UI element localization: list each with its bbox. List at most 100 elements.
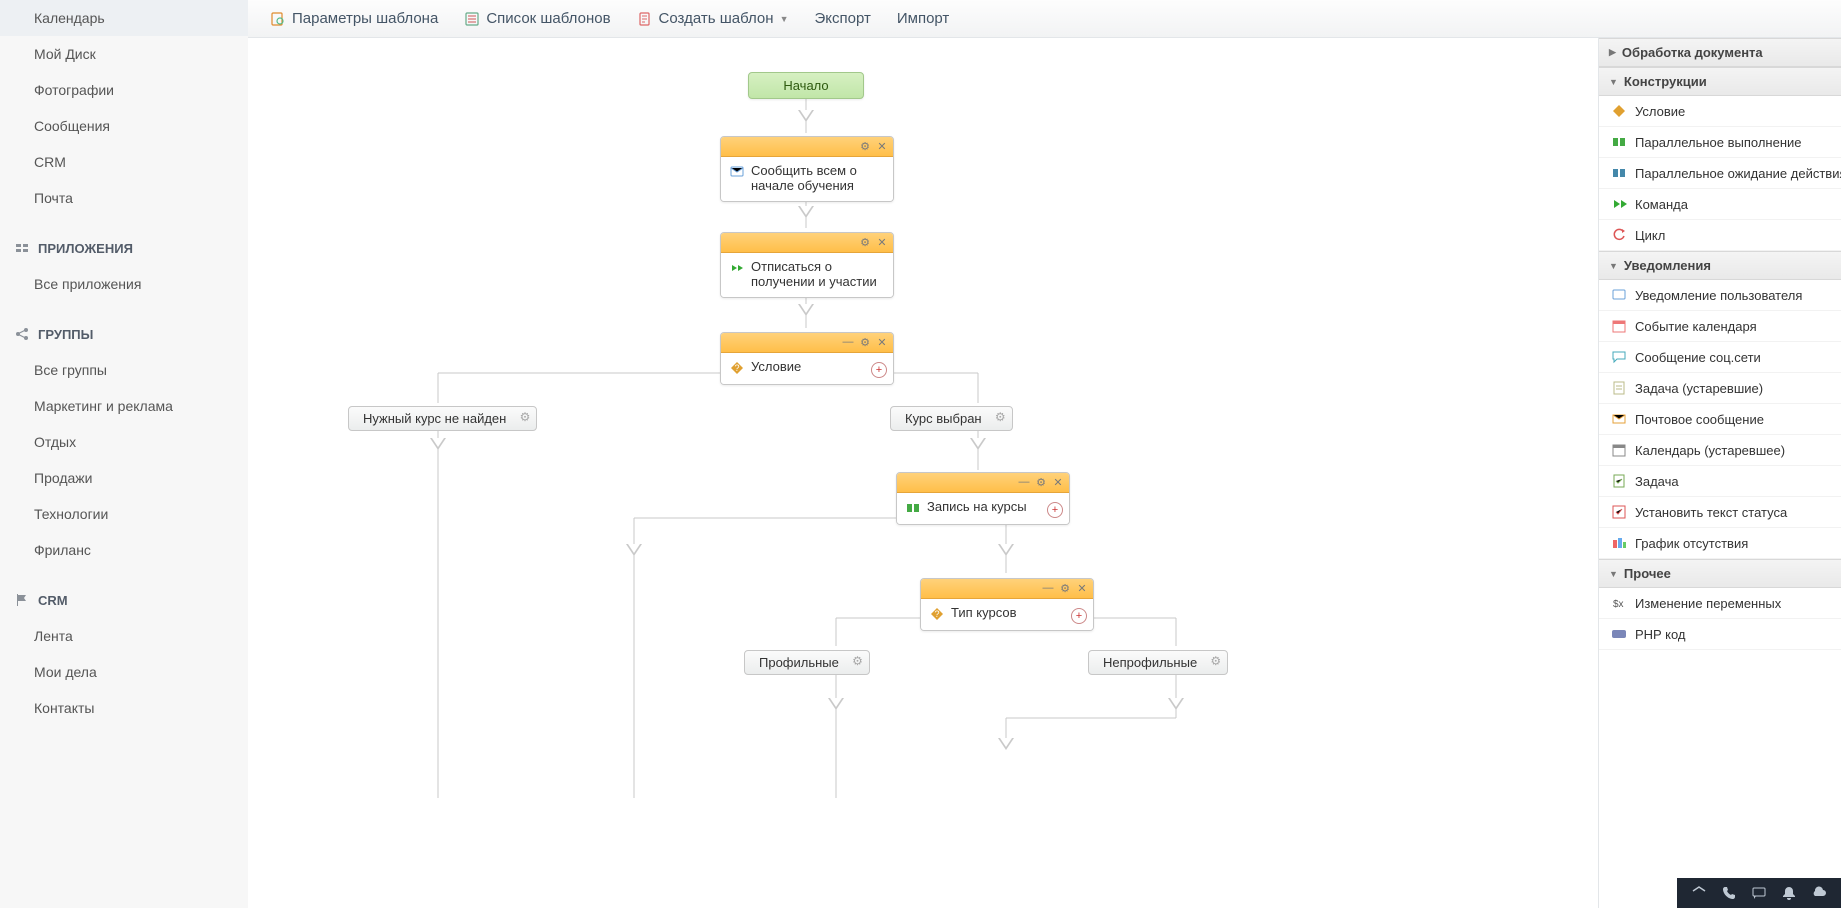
branch-course-not-found[interactable]: Нужный курс не найден ⚙ xyxy=(348,406,537,431)
palette-section-notifications[interactable]: ▼ Уведомления xyxy=(1599,251,1841,280)
palette-item-calendar-deprecated[interactable]: Календарь (устаревшее) xyxy=(1599,435,1841,466)
main: Параметры шаблона Список шаблонов Создат… xyxy=(248,0,1841,908)
add-branch-button[interactable]: + xyxy=(871,362,887,378)
sidebar-item-calendar[interactable]: Календарь xyxy=(0,0,248,36)
sidebar-item-contacts[interactable]: Контакты xyxy=(0,690,248,726)
cloud-icon[interactable] xyxy=(1811,885,1827,901)
branch-course-selected[interactable]: Курс выбран ⚙ xyxy=(890,406,1013,431)
palette-item-calendar-event[interactable]: Событие календаря xyxy=(1599,311,1841,342)
palette-section-constructs[interactable]: ▼ Конструкции xyxy=(1599,67,1841,96)
bell-icon[interactable] xyxy=(1781,885,1797,901)
toolbar-export-button[interactable]: Экспорт xyxy=(814,10,870,27)
sidebar-item-marketing[interactable]: Маркетинг и реклама xyxy=(0,388,248,424)
item-label: График отсутствия xyxy=(1635,536,1748,551)
gear-icon[interactable]: ⚙ xyxy=(858,235,872,249)
absence-icon xyxy=(1611,535,1627,551)
settings-doc-icon xyxy=(270,11,286,27)
sidebar-item-mydisk[interactable]: Мой Диск xyxy=(0,36,248,72)
gear-icon[interactable]: ⚙ xyxy=(1034,475,1048,489)
node-notify-all[interactable]: ⚙ ✕ Сообщить всем о начале обучения xyxy=(720,136,894,202)
close-icon[interactable]: ✕ xyxy=(1051,475,1065,489)
minimize-icon[interactable]: — xyxy=(1017,475,1031,489)
node-condition[interactable]: — ⚙ ✕ ? Условие + xyxy=(720,332,894,385)
gear-icon[interactable]: ⚙ xyxy=(1210,654,1221,668)
sidebar: Календарь Мой Диск Фотографии Сообщения … xyxy=(0,0,248,908)
chat-icon[interactable] xyxy=(1751,885,1767,901)
palette-item-task[interactable]: Задача xyxy=(1599,466,1841,497)
caret-down-icon: ▼ xyxy=(1609,261,1618,271)
sidebar-item-tech[interactable]: Технологии xyxy=(0,496,248,532)
palette-item-loop[interactable]: Цикл xyxy=(1599,220,1841,251)
gear-icon[interactable]: ⚙ xyxy=(1058,581,1072,595)
expand-icon[interactable] xyxy=(1691,885,1707,901)
branch-nonprofile[interactable]: Непрофильные ⚙ xyxy=(1088,650,1228,675)
workflow-canvas[interactable]: Начало ⚙ ✕ xyxy=(248,38,1598,908)
gear-icon[interactable]: ⚙ xyxy=(858,335,872,349)
palette-item-task-deprecated[interactable]: Задача (устаревшие) xyxy=(1599,373,1841,404)
toolbar-create-button[interactable]: Создать шаблон ▼ xyxy=(637,10,789,27)
gear-icon[interactable]: ⚙ xyxy=(995,410,1006,424)
caret-down-icon: ▼ xyxy=(1609,77,1618,87)
palette-item-php[interactable]: PHP код xyxy=(1599,619,1841,650)
close-icon[interactable]: ✕ xyxy=(875,139,889,153)
palette-item-condition[interactable]: Условие xyxy=(1599,96,1841,127)
sidebar-item-feed[interactable]: Лента xyxy=(0,618,248,654)
canvas-wrap: Начало ⚙ ✕ xyxy=(248,38,1841,908)
palette-item-parallel-wait[interactable]: Параллельное ожидание действия xyxy=(1599,158,1841,189)
node-course-type[interactable]: — ⚙ ✕ ? Тип курсов + xyxy=(920,578,1094,631)
sidebar-item-sales[interactable]: Продажи xyxy=(0,460,248,496)
parallel-icon xyxy=(905,500,921,516)
gear-icon[interactable]: ⚙ xyxy=(852,654,863,668)
node-enroll[interactable]: — ⚙ ✕ Запись на курсы + xyxy=(896,472,1070,525)
arrow-icon xyxy=(998,738,1014,750)
palette-section-other[interactable]: ▼ Прочее xyxy=(1599,559,1841,588)
palette-item-command[interactable]: Команда xyxy=(1599,189,1841,220)
minimize-icon[interactable]: — xyxy=(1041,581,1055,595)
node-header: — ⚙ ✕ xyxy=(721,333,893,353)
palette-section-docprocessing[interactable]: ▶ Обработка документа xyxy=(1599,38,1841,67)
sidebar-item-allgroups[interactable]: Все группы xyxy=(0,352,248,388)
palette-item-social-message[interactable]: Сообщение соц.сети xyxy=(1599,342,1841,373)
add-branch-button[interactable]: + xyxy=(1047,502,1063,518)
palette-item-variables[interactable]: $x Изменение переменных xyxy=(1599,588,1841,619)
node-unsubscribe[interactable]: ⚙ ✕ Отписаться о получении и участии xyxy=(720,232,894,298)
palette-item-parallel[interactable]: Параллельное выполнение xyxy=(1599,127,1841,158)
close-icon[interactable]: ✕ xyxy=(875,235,889,249)
section-label: Уведомления xyxy=(1624,258,1711,273)
toolbar-label: Импорт xyxy=(897,10,949,27)
close-icon[interactable]: ✕ xyxy=(1075,581,1089,595)
sidebar-item-photos[interactable]: Фотографии xyxy=(0,72,248,108)
palette-item-mail[interactable]: Почтовое сообщение xyxy=(1599,404,1841,435)
close-icon[interactable]: ✕ xyxy=(875,335,889,349)
branch-profile[interactable]: Профильные ⚙ xyxy=(744,650,870,675)
sidebar-item-mycases[interactable]: Мои дела xyxy=(0,654,248,690)
phone-icon[interactable] xyxy=(1721,885,1737,901)
activity-palette: ▶ Обработка документа ▼ Конструкции Усло… xyxy=(1598,38,1841,908)
gear-icon[interactable]: ⚙ xyxy=(858,139,872,153)
toolbar-import-button[interactable]: Импорт xyxy=(897,10,949,27)
palette-item-status-text[interactable]: Установить текст статуса xyxy=(1599,497,1841,528)
sidebar-item-mail[interactable]: Почта xyxy=(0,180,248,216)
mail-icon xyxy=(1611,411,1627,427)
add-branch-button[interactable]: + xyxy=(1071,608,1087,624)
palette-item-absence[interactable]: График отсутствия xyxy=(1599,528,1841,559)
toolbar-label: Экспорт xyxy=(814,10,870,27)
sidebar-item-freelance[interactable]: Фриланс xyxy=(0,532,248,568)
section-label: Обработка документа xyxy=(1622,45,1763,60)
toolbar-params-button[interactable]: Параметры шаблона xyxy=(270,10,438,27)
gear-icon[interactable]: ⚙ xyxy=(520,410,531,424)
node-label: Запись на курсы xyxy=(927,499,1027,514)
minimize-icon[interactable]: — xyxy=(841,335,855,349)
command-icon xyxy=(1611,196,1627,212)
sidebar-item-allapps[interactable]: Все приложения xyxy=(0,266,248,302)
node-header: ⚙ ✕ xyxy=(721,137,893,157)
toolbar-label: Список шаблонов xyxy=(486,10,610,27)
palette-item-user-notification[interactable]: Уведомление пользователя xyxy=(1599,280,1841,311)
sidebar-item-rest[interactable]: Отдых xyxy=(0,424,248,460)
item-label: Событие календаря xyxy=(1635,319,1757,334)
php-icon xyxy=(1611,626,1627,642)
sidebar-item-messages[interactable]: Сообщения xyxy=(0,108,248,144)
node-start[interactable]: Начало xyxy=(748,72,864,99)
sidebar-item-crm[interactable]: CRM xyxy=(0,144,248,180)
toolbar-list-button[interactable]: Список шаблонов xyxy=(464,10,610,27)
